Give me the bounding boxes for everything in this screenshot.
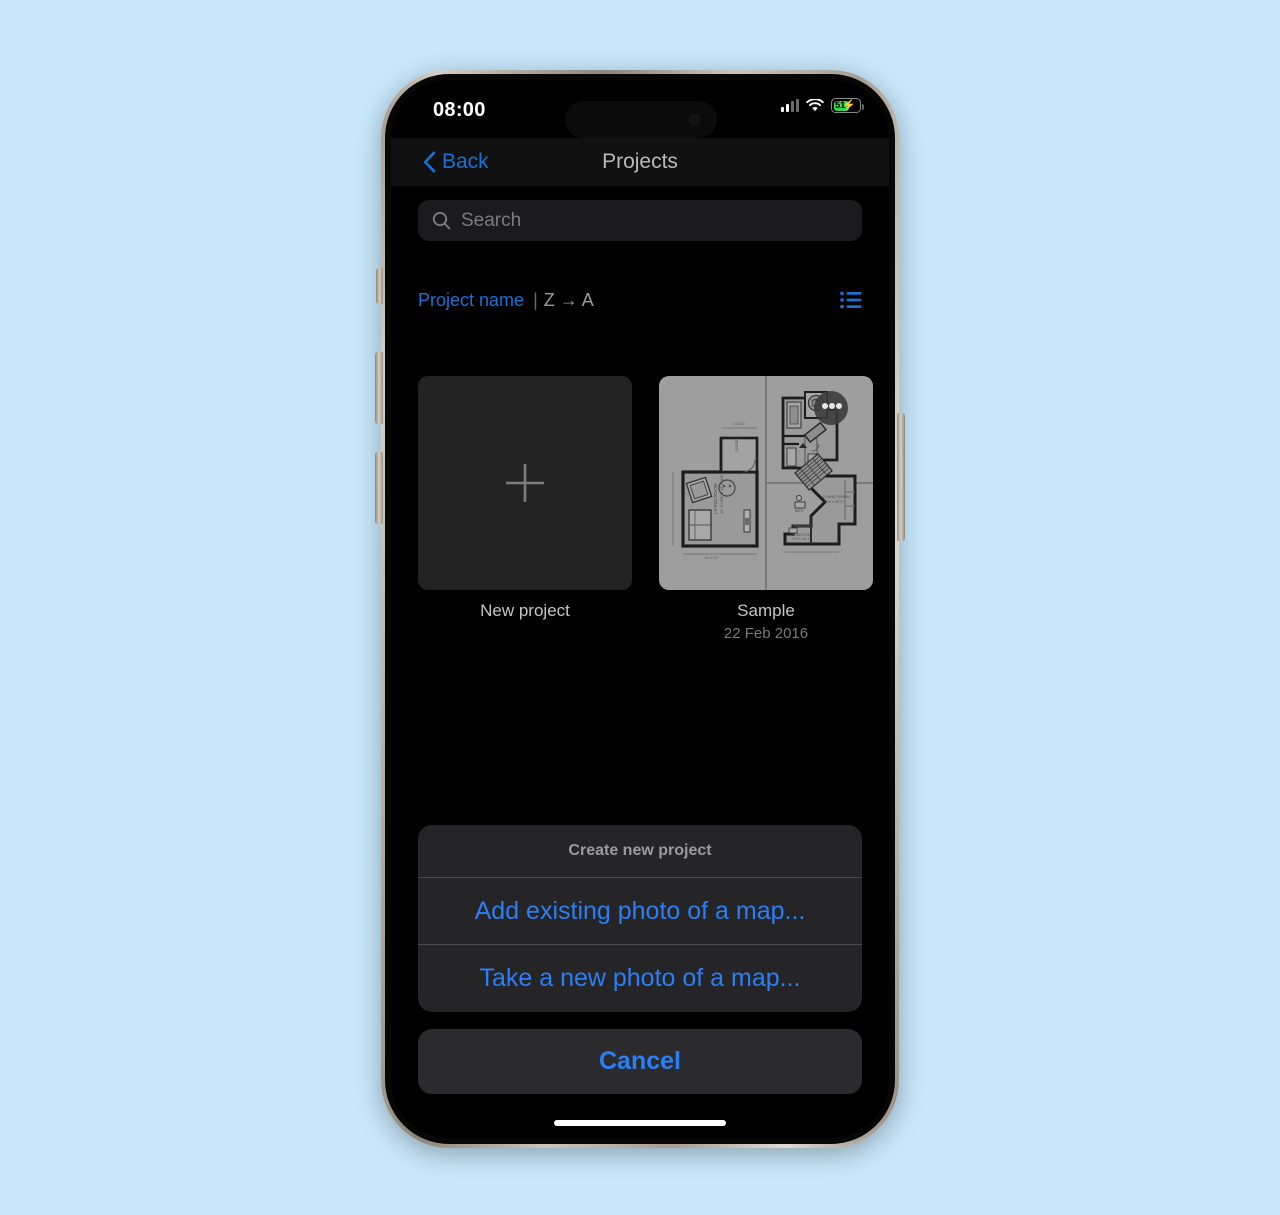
list-view-icon[interactable] — [840, 291, 862, 309]
sort-bar: Project name | Z → A — [418, 285, 862, 315]
status-bar: 08:00 51 ⚡ — [391, 80, 889, 138]
home-indicator[interactable] — [554, 1120, 726, 1126]
svg-text:12' 6" x 18' 2": 12' 6" x 18' 2" — [823, 500, 844, 504]
project-date-label: 22 Feb 2016 — [723, 625, 809, 642]
sample-project-thumbnail[interactable]: LIVING ROOM 15' 10 5/8" x 15' 8 3/4" 14'… — [659, 376, 873, 590]
navigation-bar: Back Projects — [391, 138, 889, 186]
search-bar[interactable] — [418, 200, 862, 241]
floorplan-thumbnail: LIVING ROOM 15' 10 5/8" x 15' 8 3/4" 14'… — [659, 376, 873, 590]
add-existing-photo-button[interactable]: Add existing photo of a map... — [418, 878, 862, 945]
battery-icon: 51 ⚡ — [831, 98, 864, 113]
back-button-label: Back — [442, 150, 489, 173]
chevron-left-icon — [423, 151, 436, 173]
front-camera-icon — [689, 114, 700, 125]
power-button[interactable] — [897, 413, 905, 541]
action-sheet-title-row: Create new project — [418, 825, 862, 878]
svg-text:14' 8 1/2": 14' 8 1/2" — [704, 556, 720, 560]
sort-direction-button[interactable]: Z → A — [544, 290, 594, 311]
status-time: 08:00 — [433, 99, 486, 121]
svg-text:BATH: BATH — [795, 509, 804, 513]
battery-charging-icon: ⚡ — [842, 99, 856, 111]
svg-text:LIVING ROOM: LIVING ROOM — [823, 494, 850, 499]
phone-screen: 08:00 51 ⚡ Back Projects Search Project … — [391, 80, 889, 1138]
svg-text:CLOSET: CLOSET — [735, 437, 739, 452]
cancel-button[interactable]: Cancel — [418, 1029, 862, 1094]
project-tile-new[interactable]: New project — [418, 376, 632, 642]
svg-text:10' 4" x 11' 0": 10' 4" x 11' 0" — [792, 537, 811, 541]
search-input[interactable] — [461, 209, 848, 232]
action-sheet: Create new project Add existing photo of… — [418, 825, 862, 1012]
sort-field-button[interactable]: Project name — [418, 290, 524, 311]
svg-text:6' 0 1/4": 6' 0 1/4" — [733, 422, 746, 426]
new-project-thumbnail[interactable] — [418, 376, 632, 590]
search-icon — [432, 211, 451, 230]
action-button[interactable] — [376, 268, 383, 304]
status-icons: 51 ⚡ — [780, 98, 864, 113]
volume-down-button[interactable] — [375, 452, 383, 524]
plus-icon — [506, 464, 544, 502]
action-sheet-title: Create new project — [568, 842, 712, 859]
content-area: Project name | Z → A New pro — [391, 186, 889, 1138]
project-name-label: Sample — [737, 601, 795, 620]
project-name-label: New project — [480, 601, 570, 620]
volume-up-button[interactable] — [375, 352, 383, 424]
project-tile-sample[interactable]: LIVING ROOM 15' 10 5/8" x 15' 8 3/4" 14'… — [659, 376, 873, 642]
take-new-photo-button[interactable]: Take a new photo of a map... — [418, 945, 862, 1012]
back-button[interactable]: Back — [423, 150, 489, 174]
sort-separator: | — [533, 289, 538, 310]
dynamic-island — [565, 101, 717, 138]
svg-text:LIVING ROOM: LIVING ROOM — [713, 483, 718, 514]
wifi-icon — [806, 99, 824, 112]
svg-text:15' 10 5/8" x 15' 8 3/4": 15' 10 5/8" x 15' 8 3/4" — [719, 474, 724, 514]
project-grid: New project LIVING ROOM 15' 10 5/8" x 15… — [418, 376, 873, 642]
cellular-signal-icon — [780, 99, 799, 112]
